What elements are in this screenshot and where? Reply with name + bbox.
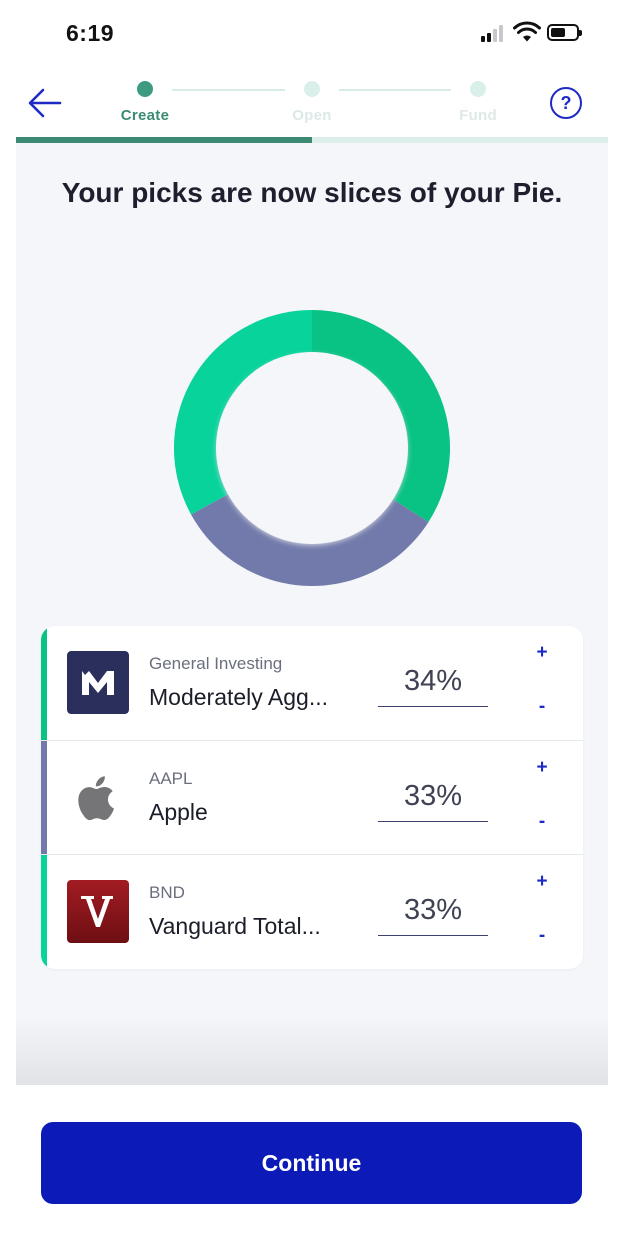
help-icon: ?: [560, 92, 572, 113]
content-fade: [16, 1015, 608, 1085]
increase-button[interactable]: +: [529, 642, 555, 664]
increase-button[interactable]: +: [529, 757, 555, 779]
percent-input[interactable]: 33%: [378, 780, 488, 822]
cellular-signal-icon: [481, 24, 507, 42]
status-time: 6:19: [66, 20, 115, 46]
percent-input[interactable]: 34%: [378, 665, 488, 707]
status-bar: 6:19: [0, 0, 632, 70]
holding-subtitle: General Investing: [149, 654, 283, 673]
step-connector: [172, 89, 285, 91]
pie-donut-chart: [174, 310, 450, 586]
main-content: Your picks are now slices of your Pie. G…: [16, 143, 608, 1085]
decrease-button[interactable]: -: [529, 925, 555, 947]
holding-title: Apple: [149, 799, 208, 825]
slice-color-bar: [41, 855, 47, 969]
vanguard-logo-icon: [67, 880, 129, 943]
wifi-icon: [513, 21, 541, 42]
battery-icon: [547, 24, 582, 41]
step-dot-create: [137, 81, 153, 97]
holding-subtitle: AAPL: [149, 769, 193, 788]
apple-logo-icon: [78, 776, 114, 821]
holding-row[interactable]: AAPL Apple 33% + -: [41, 740, 583, 855]
holding-subtitle: BND: [149, 883, 185, 902]
continue-button[interactable]: Continue: [41, 1122, 582, 1204]
help-button[interactable]: ?: [550, 87, 582, 119]
holdings-card: General Investing Moderately Agg... 34% …: [41, 626, 583, 969]
holding-row[interactable]: General Investing Moderately Agg... 34% …: [41, 626, 583, 740]
holding-row[interactable]: BND Vanguard Total... 33% + -: [41, 854, 583, 969]
decrease-button[interactable]: -: [529, 811, 555, 833]
step-open[interactable]: Open: [262, 107, 362, 124]
decrease-button[interactable]: -: [529, 696, 555, 718]
percent-input[interactable]: 33%: [378, 894, 488, 936]
step-dot-fund: [470, 81, 486, 97]
step-connector: [339, 89, 451, 91]
step-dot-open: [304, 81, 320, 97]
step-create[interactable]: Create: [95, 107, 195, 124]
m-portfolio-logo-icon: [67, 651, 129, 714]
increase-button[interactable]: +: [529, 871, 555, 893]
page-title: Your picks are now slices of your Pie.: [61, 177, 563, 208]
stepper-header: Create Open Fund ?: [0, 70, 632, 144]
slice-color-bar: [41, 626, 47, 740]
back-arrow-icon[interactable]: [26, 84, 64, 122]
holding-title: Vanguard Total...: [149, 913, 321, 939]
holding-title: Moderately Agg...: [149, 684, 328, 710]
slice-color-bar: [41, 741, 47, 855]
step-fund[interactable]: Fund: [428, 107, 528, 124]
